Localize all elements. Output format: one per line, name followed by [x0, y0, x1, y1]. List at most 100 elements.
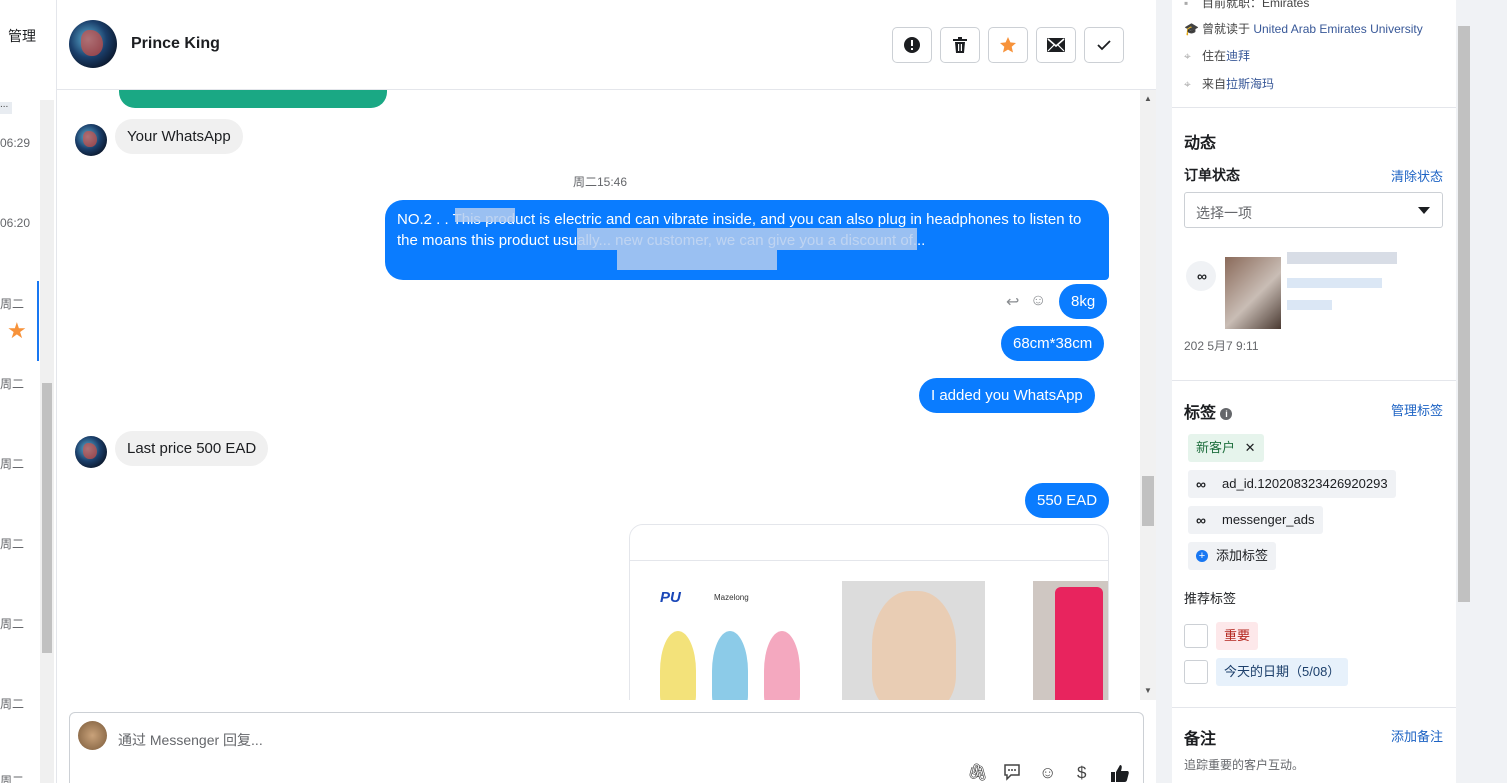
mark-unread-button[interactable]: [1036, 27, 1076, 63]
scrollbar-thumb[interactable]: [42, 383, 52, 653]
work-info: ▪ 目前就职：Emirates: [1184, 0, 1309, 11]
page-avatar: [78, 721, 107, 750]
select-value: 选择一项: [1196, 205, 1252, 221]
school-link[interactable]: United Arab Emirates University: [1253, 22, 1422, 36]
thumbs-up-icon[interactable]: [1110, 763, 1130, 783]
message-timestamp: 周二15:46: [573, 175, 628, 189]
tag-messenger-ads[interactable]: ∞ messenger_ads: [1188, 506, 1323, 534]
lives-prefix: 住在: [1202, 49, 1227, 63]
scroll-up-icon[interactable]: ▲: [1144, 94, 1152, 103]
mark-spam-button[interactable]: [892, 27, 932, 63]
brand-logo: Mazelong: [714, 593, 749, 602]
divider: [1172, 380, 1456, 381]
product-shape: [660, 631, 696, 700]
tags-title: 标签 i: [1184, 399, 1233, 423]
reply-composer[interactable]: 通过 Messenger 回复... 🖇 ☺ $: [69, 712, 1144, 783]
add-tag-button[interactable]: + 添加标签: [1188, 542, 1277, 570]
tag-label: ad_id.120208323426920293: [1222, 476, 1388, 491]
inbox-app: 管理 ... 06:29 06:20 周二 ★ 周二 周二 周二 周二 周二 周…: [0, 0, 1507, 783]
outgoing-message: 550 EAD: [1025, 483, 1110, 518]
product-card-header: [630, 525, 1108, 561]
manage-tags-link[interactable]: 管理标签: [1391, 400, 1443, 419]
clear-status-link[interactable]: 清除状态: [1391, 166, 1443, 185]
meta-icon: ∞: [1186, 261, 1216, 291]
product-shape: [1055, 587, 1103, 700]
outgoing-message: 8kg: [1059, 284, 1108, 319]
background-edge: [1472, 0, 1507, 783]
mail-icon: [1047, 38, 1065, 52]
message-bubble-partial: [119, 90, 387, 108]
product-image[interactable]: PU Mazelong: [650, 581, 810, 700]
redacted-link: [1287, 300, 1332, 310]
ad-post-thumbnail[interactable]: [1225, 257, 1281, 329]
location-pin-icon: ⌖: [1184, 49, 1191, 63]
scroll-down-icon[interactable]: ▼: [1144, 686, 1152, 695]
product-image[interactable]: [842, 581, 985, 700]
product-card[interactable]: PU Mazelong: [629, 524, 1109, 700]
education-info: 🎓 曾就读于 United Arab Emirates University: [1184, 20, 1423, 37]
conversation-list: 管理 ... 06:29 06:20 周二 ★ 周二 周二 周二 周二 周二 周…: [0, 0, 57, 783]
mark-done-button[interactable]: [1084, 27, 1124, 63]
emoji-icon[interactable]: ☺: [1039, 763, 1056, 783]
list-item-time: 周二: [0, 774, 25, 783]
product-image[interactable]: [1033, 581, 1108, 700]
blur-mask: [455, 208, 515, 222]
manage-button[interactable]: 管理: [8, 26, 36, 46]
divider: [1172, 107, 1456, 108]
list-item-time: 周二: [0, 297, 25, 311]
order-status-select[interactable]: 选择一项: [1184, 192, 1443, 228]
attachment-icon[interactable]: 🖇: [967, 763, 989, 783]
panel-scrollbar[interactable]: [1456, 0, 1472, 783]
suggested-tag-important[interactable]: 重要: [1216, 622, 1259, 650]
redacted-text: [1287, 252, 1397, 264]
list-item-time: 周二: [0, 617, 25, 631]
more-icon[interactable]: ...: [0, 100, 12, 114]
close-icon[interactable]: ✕: [1245, 440, 1256, 455]
payment-icon[interactable]: $: [1077, 763, 1086, 783]
suggested-tag-checkbox[interactable]: [1184, 624, 1208, 648]
product-shape: [764, 631, 800, 700]
check-icon: [1097, 40, 1111, 51]
meta-icon: ∞: [1196, 476, 1206, 492]
tags-title-text: 标签: [1184, 405, 1217, 422]
contact-name[interactable]: Prince King: [131, 35, 220, 53]
from-city-link[interactable]: 拉斯海玛: [1226, 77, 1274, 91]
from-prefix: 来自: [1202, 77, 1227, 91]
react-emoji-icon[interactable]: ☺: [1030, 292, 1046, 310]
list-item-time: 周二: [0, 537, 25, 551]
add-note-link[interactable]: 添加备注: [1391, 726, 1443, 745]
saved-reply-icon[interactable]: [1003, 763, 1021, 783]
delete-button[interactable]: [940, 27, 980, 63]
tag-label: 新客户: [1196, 440, 1236, 455]
meta-icon: ∞: [1196, 512, 1206, 528]
scrollbar-thumb[interactable]: [1458, 26, 1470, 602]
tag-new-customer[interactable]: 新客户 ✕: [1188, 434, 1264, 462]
message-thread[interactable]: Your WhatsApp 周二15:46 NO.2 . . This prod…: [57, 90, 1156, 700]
info-icon[interactable]: i: [1220, 407, 1233, 420]
reply-icon[interactable]: ↩: [1006, 292, 1019, 312]
chevron-down-icon: [1418, 207, 1430, 214]
lives-info: ⌖ 住在迪拜: [1184, 47, 1250, 64]
list-item-time: 周二: [0, 697, 25, 711]
graduation-cap-icon: 🎓: [1184, 22, 1199, 36]
lives-city-link[interactable]: 迪拜: [1226, 49, 1250, 63]
star-icon: ★: [7, 318, 27, 343]
list-item-time: 06:29: [0, 136, 31, 150]
work-text: 目前就职：Emirates: [1202, 0, 1310, 10]
suggested-tag-checkbox[interactable]: [1184, 660, 1208, 684]
suggested-tag-today[interactable]: 今天的日期（5/08）: [1216, 658, 1349, 686]
briefcase-icon: ▪: [1184, 0, 1189, 10]
scrollbar-thumb[interactable]: [1142, 476, 1154, 526]
activity-title: 动态: [1184, 135, 1217, 152]
star-button[interactable]: [988, 27, 1028, 63]
add-tag-label: 添加标签: [1216, 548, 1269, 563]
reply-input[interactable]: 通过 Messenger 回复...: [118, 730, 263, 750]
contact-avatar[interactable]: [69, 20, 117, 68]
tag-ad-id[interactable]: ∞ ad_id.120208323426920293: [1188, 470, 1396, 498]
location-pin-icon: ⌖: [1184, 77, 1191, 91]
product-shape: [712, 631, 748, 700]
list-scrollbar[interactable]: [40, 100, 54, 783]
thread-scrollbar[interactable]: ▲ ▼: [1140, 90, 1156, 700]
contact-avatar-small: [75, 436, 107, 468]
blur-mask: [577, 228, 917, 250]
